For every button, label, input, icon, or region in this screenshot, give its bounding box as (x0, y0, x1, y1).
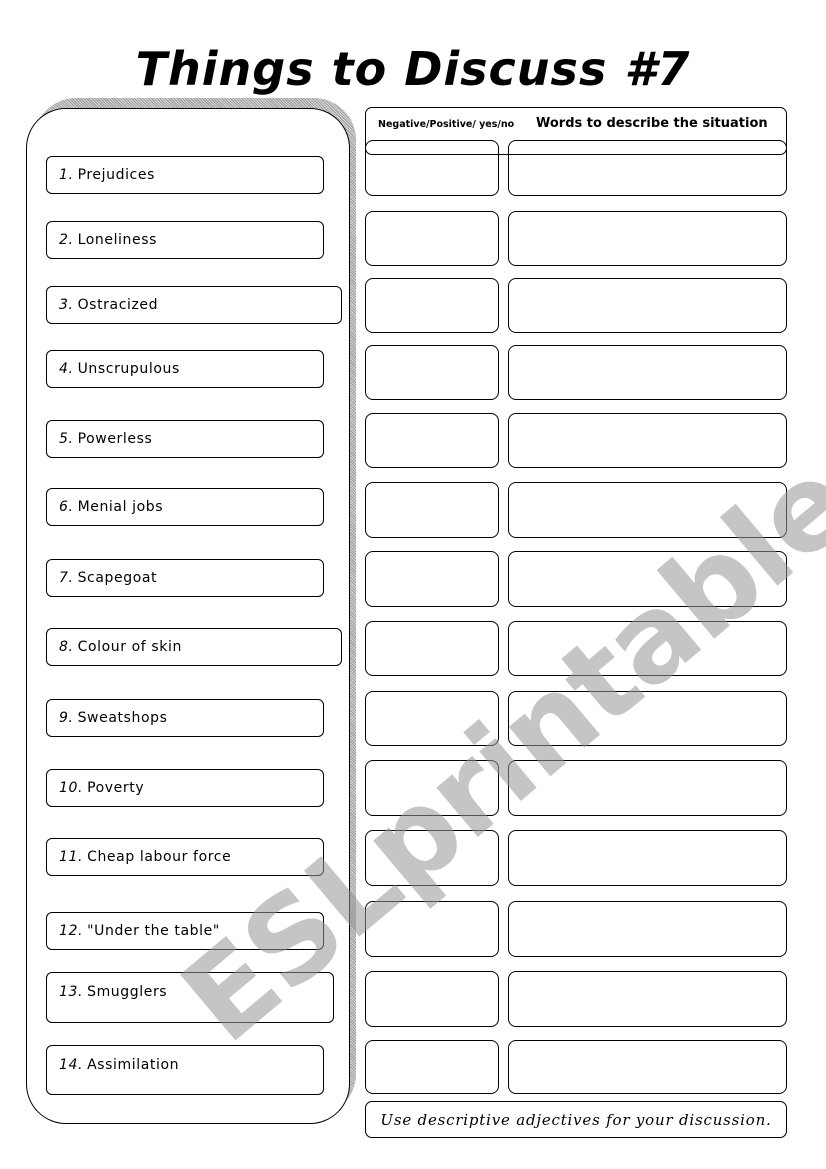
description-answer-box[interactable] (508, 482, 787, 538)
description-answer-box[interactable] (508, 691, 787, 746)
term-label: Loneliness (77, 232, 158, 248)
term-label: Cheap labour force (87, 849, 232, 865)
rating-answer-box[interactable] (365, 1040, 499, 1094)
description-answer-box[interactable] (508, 621, 787, 676)
term-number: 8. (59, 639, 74, 655)
term-box: 11. Cheap labour force (46, 838, 324, 876)
header-negative-positive: Negative/Positive/ yes/no (378, 119, 515, 130)
term-number: 9. (59, 710, 74, 726)
term-number: 10. (59, 780, 84, 796)
rating-answer-box[interactable] (365, 482, 499, 538)
description-answer-box[interactable] (508, 413, 787, 468)
term-box: 14. Assimilation (46, 1045, 324, 1095)
term-box: 4. Unscrupulous (46, 350, 324, 388)
term-label: Smugglers (87, 984, 168, 1000)
term-box: 3. Ostracized (46, 286, 342, 324)
term-box: 9. Sweatshops (46, 699, 324, 737)
term-label: Sweatshops (77, 710, 168, 726)
term-label: "Under the table" (87, 923, 220, 939)
term-box: 12. "Under the table" (46, 912, 324, 950)
description-answer-box[interactable] (508, 830, 787, 886)
term-number: 7. (59, 570, 74, 586)
term-label: Assimilation (87, 1057, 180, 1073)
description-answer-box[interactable] (508, 971, 787, 1027)
term-label: Ostracized (77, 297, 159, 313)
rating-answer-box[interactable] (365, 551, 499, 607)
page-title: Things to Discuss #7 (135, 42, 691, 96)
term-box: 5. Powerless (46, 420, 324, 458)
term-label: Colour of skin (77, 639, 182, 655)
term-number: 14. (59, 1057, 84, 1073)
description-answer-box[interactable] (508, 211, 787, 266)
term-number: 13. (59, 984, 84, 1000)
term-label: Prejudices (77, 167, 155, 183)
term-box: 10. Poverty (46, 769, 324, 807)
term-number: 5. (59, 431, 74, 447)
term-number: 6. (59, 499, 74, 515)
term-number: 2. (59, 232, 74, 248)
term-number: 3. (59, 297, 74, 313)
rating-answer-box[interactable] (365, 830, 499, 886)
rating-answer-box[interactable] (365, 691, 499, 746)
rating-answer-box[interactable] (365, 621, 499, 676)
term-label: Menial jobs (77, 499, 164, 515)
header-words-describe: Words to describe the situation (536, 116, 768, 131)
rating-answer-box[interactable] (365, 901, 499, 957)
description-answer-box[interactable] (508, 901, 787, 957)
term-label: Poverty (87, 780, 145, 796)
term-box: 2. Loneliness (46, 221, 324, 259)
term-box: 8. Colour of skin (46, 628, 342, 666)
description-answer-box[interactable] (508, 140, 787, 196)
description-answer-box[interactable] (508, 278, 787, 333)
term-box: 13. Smugglers (46, 972, 334, 1023)
description-answer-box[interactable] (508, 345, 787, 400)
term-box: 6. Menial jobs (46, 488, 324, 526)
term-number: 12. (59, 923, 84, 939)
term-label: Powerless (77, 431, 153, 447)
term-label: Scapegoat (77, 570, 158, 586)
rating-answer-box[interactable] (365, 760, 499, 816)
term-box: 7. Scapegoat (46, 559, 324, 597)
term-number: 1. (59, 167, 74, 183)
rating-answer-box[interactable] (365, 345, 499, 400)
rating-answer-box[interactable] (365, 140, 499, 196)
term-label: Unscrupulous (77, 361, 180, 377)
rating-answer-box[interactable] (365, 971, 499, 1027)
rating-answer-box[interactable] (365, 278, 499, 333)
instruction-footer: Use descriptive adjectives for your disc… (365, 1101, 787, 1138)
term-number: 11. (59, 849, 84, 865)
term-box: 1. Prejudices (46, 156, 324, 194)
description-answer-box[interactable] (508, 551, 787, 607)
description-answer-box[interactable] (508, 760, 787, 816)
term-number: 4. (59, 361, 74, 377)
rating-answer-box[interactable] (365, 413, 499, 468)
description-answer-box[interactable] (508, 1040, 787, 1094)
rating-answer-box[interactable] (365, 211, 499, 266)
